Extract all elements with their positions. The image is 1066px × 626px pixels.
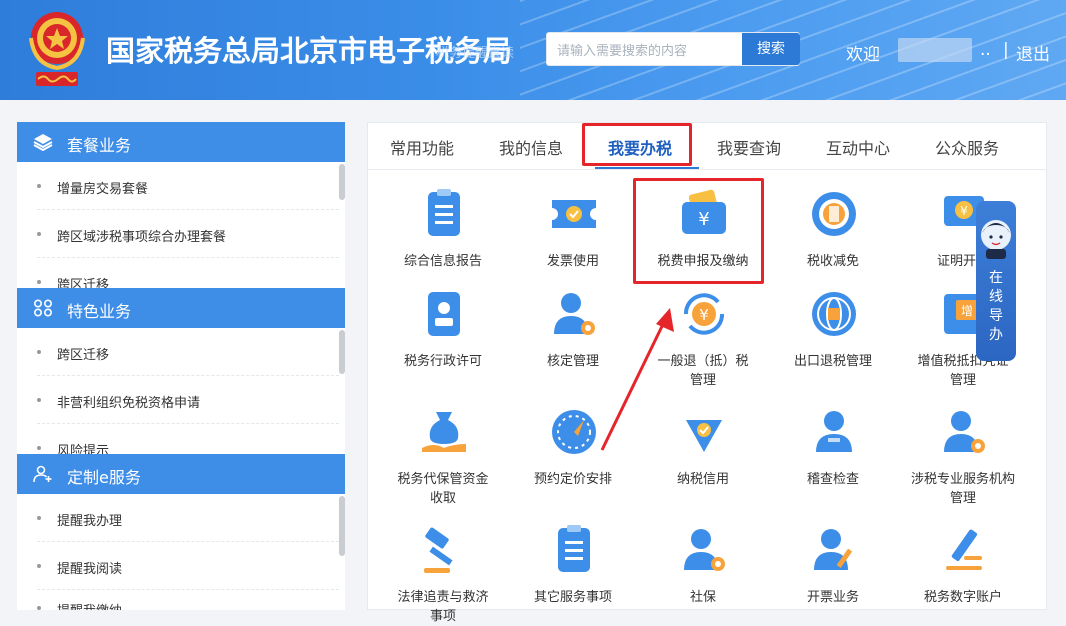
service-label: 社保 [689,590,716,605]
money-bag-hand-icon [422,412,466,452]
masked-username [898,38,972,62]
sidebar-section-title: 套餐业务 [67,136,132,155]
sidebar-section-package[interactable]: 套餐业务 [17,122,345,162]
sidebar-item[interactable]: 风险提示 [37,426,339,454]
sidebar-item[interactable]: 非营利组织免税资格申请 [37,378,339,424]
sidebar-item[interactable]: 提醒我办理 [37,496,339,542]
layers-icon [33,134,53,151]
sidebar-item-label: 跨区迁移 [57,278,110,288]
license-card-icon [428,292,460,336]
welcome-text: 欢迎 [846,45,880,65]
sidebar-scrollbar[interactable] [339,330,345,374]
tab-divider [368,169,1046,170]
service-label: 涉税专业服务机构管理 [910,472,1015,506]
bullet-dot [37,516,41,520]
username-suffix: .. [980,40,991,60]
service-label: 发票使用 [546,254,599,269]
tab-common[interactable]: 常用功能 [390,135,454,159]
bullet-dot [37,280,41,284]
search-input[interactable] [555,40,739,62]
sidebar-item-label: 跨区域涉税事项综合办理套餐 [57,230,227,245]
service-label: 预约定价安排 [533,472,612,487]
service-label: 综合信息报告 [403,254,482,269]
sidebar-scrollbar[interactable] [339,496,345,556]
service-label: 税务行政许可 [403,354,482,369]
sidebar-item-label: 提醒我阅读 [57,562,123,577]
service-label: 其它服务事项 [533,590,612,605]
sidebar-item-label: 风险提示 [57,444,110,454]
sidebar-item[interactable]: 跨区迁移 [37,330,339,376]
sidebar-section-custom[interactable]: 定制e服务 [17,454,345,494]
sidebar-scrollbar[interactable] [339,164,345,200]
service-label: 稽查检查 [806,472,859,487]
agent-gear-icon [944,411,985,453]
bullet-dot [37,446,41,450]
tab-public-service[interactable]: 公众服务 [935,135,999,159]
refund-cycle-icon: ¥ [683,293,725,335]
sidebar-item-label: 跨区迁移 [57,348,110,363]
report-clipboard-icon [428,189,460,236]
bullet-dot [37,398,41,402]
service-label: 税收减免 [806,254,859,269]
tax-emblem-logo [29,12,85,86]
guide-label: 在线导办 [989,270,1003,343]
service-label: 税务代保管资金收取 [397,472,489,506]
header-banner: 国家税务总局北京市电子税务局 税务提醒直读 搜索 欢迎 .. | 退出 [0,0,1066,100]
sidebar-item-label: 非营利组织免税资格申请 [57,396,201,411]
header-separator: | [1003,40,1009,60]
bullet-dot [37,606,41,610]
svg-text:增: 增 [961,304,973,318]
digital-pen-icon [946,529,982,570]
tab-my-info[interactable]: 我的信息 [499,135,563,159]
sidebar-item[interactable]: 提醒我阅读 [37,544,339,590]
credit-diamond-icon [686,420,722,452]
service-label: 出口退税管理 [793,354,872,369]
sidebar-item-label: 提醒我办理 [57,514,123,529]
sidebar-item[interactable]: 跨区域涉税事项综合办理套餐 [37,212,339,258]
service-red-highlight-box [633,178,764,284]
bullet-dot [37,232,41,236]
bullet-dot [37,350,41,354]
service-label: 税务数字账户 [923,590,1002,605]
sidebar-item-label: 增量房交易套餐 [57,182,149,197]
logout-link[interactable]: 退出 [1016,40,1050,65]
sidebar-section-title: 定制e服务 [67,468,141,487]
tab-interaction[interactable]: 互动中心 [826,135,890,159]
globe-export-icon [812,292,856,336]
tab-query[interactable]: 我要查询 [717,135,781,159]
svg-text:¥: ¥ [960,204,968,218]
tax-relief-coin-icon [812,192,856,236]
red-annotation-arrow [600,308,674,451]
grid-icon [33,299,53,317]
bullet-dot [37,184,41,188]
sidebar-item[interactable]: 增量房交易套餐 [37,164,339,210]
sidebar-section-title: 特色业务 [67,302,132,321]
bullet-dot [37,564,41,568]
sidebar-item[interactable]: 跨区迁移 [37,260,339,288]
svg-text:¥: ¥ [699,306,709,324]
user-pen-icon [814,529,853,570]
service-label: 法律追责与救济事项 [397,590,489,624]
service-label: 纳税信用 [676,472,729,487]
social-user-gear-icon [684,529,725,571]
invoice-ticket-icon [552,200,596,228]
online-guide-widget[interactable]: 在线导办 [976,201,1016,361]
tab-red-highlight-box [582,123,692,166]
sidebar: 套餐业务 增量房交易套餐 跨区域涉税事项综合办理套餐 跨区迁移 特色业务 跨区迁… [17,122,345,610]
user-plus-icon [33,465,52,483]
gavel-icon [424,527,453,573]
header-faded-text: 税务提醒直读 [436,46,515,61]
sidebar-section-featured[interactable]: 特色业务 [17,288,345,328]
assistant-avatar-icon [981,220,1011,259]
inspector-icon [816,411,852,452]
sidebar-item-label: 提醒我缴纳 [57,600,122,610]
service-label: 开票业务 [806,590,859,605]
search-button[interactable]: 搜索 [742,33,800,65]
list-clipboard-icon [558,525,590,572]
sidebar-item[interactable]: 提醒我缴纳 [37,592,339,610]
